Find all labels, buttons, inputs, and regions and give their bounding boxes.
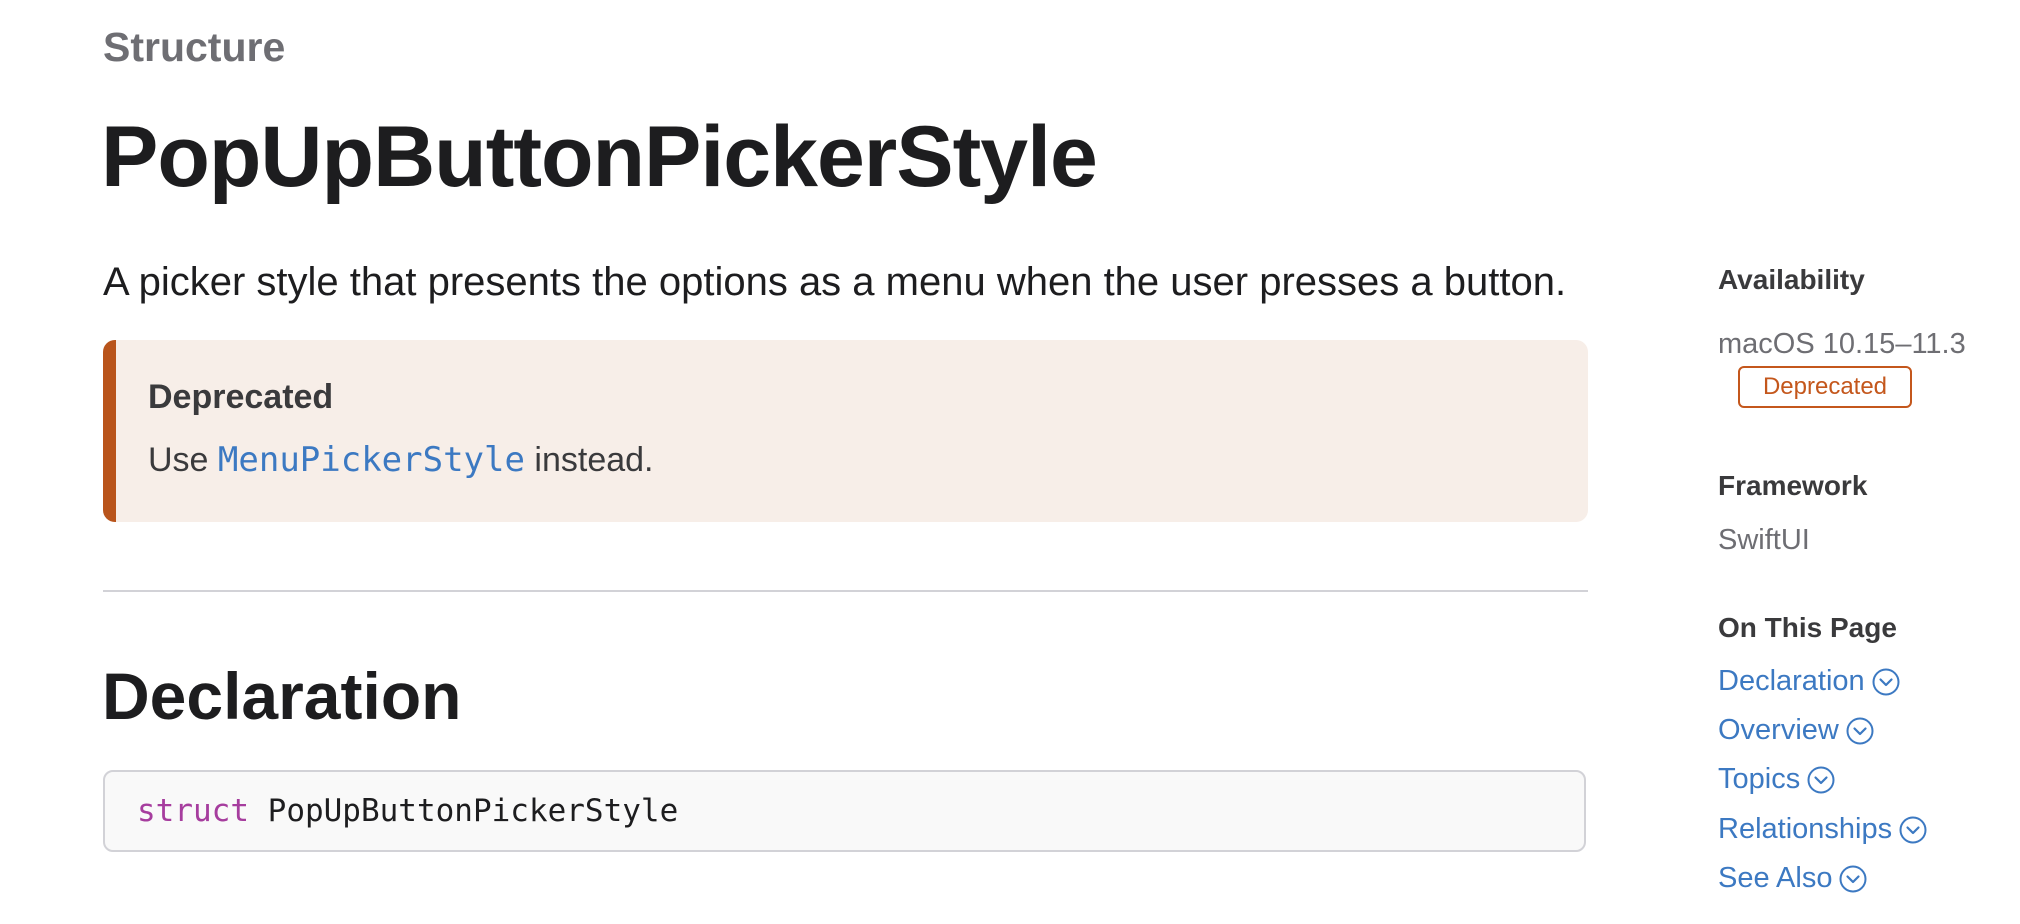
page-title: PopUpButtonPickerStyle: [101, 109, 1098, 205]
deprecation-notice: Deprecated Use MenuPickerStyle instead.: [103, 340, 1588, 522]
framework-heading: Framework: [1718, 470, 1868, 501]
on-this-page-heading: On This Page: [1718, 612, 1897, 643]
otp-link-relationships[interactable]: Relationships: [1718, 813, 1928, 846]
notice-body: Use MenuPickerStyle instead.: [148, 440, 654, 480]
otp-link-topics[interactable]: Topics: [1718, 763, 1836, 796]
framework-value: SwiftUI: [1718, 524, 1810, 556]
availability-platform: macOS 10.15–11.3: [1718, 328, 1966, 360]
otp-link-label: See Also: [1718, 862, 1833, 894]
code-identifier: PopUpButtonPickerStyle: [267, 793, 679, 829]
notice-prefix: Use: [148, 441, 218, 479]
notice-suffix: instead.: [524, 441, 654, 479]
otp-link-see-also[interactable]: See Also: [1718, 862, 1868, 895]
otp-link-label: Overview: [1718, 714, 1839, 746]
chevron-down-circle-icon: [1807, 766, 1835, 793]
chevron-down-circle-icon: [1839, 865, 1867, 892]
chevron-down-circle-icon: [1872, 668, 1900, 695]
otp-link-declaration[interactable]: Declaration: [1718, 665, 1901, 698]
code-keyword: struct: [137, 793, 249, 829]
page-abstract: A picker style that presents the options…: [103, 260, 1567, 304]
availability-heading: Availability: [1718, 264, 1865, 295]
menu-picker-style-link[interactable]: MenuPickerStyle: [218, 440, 525, 480]
chevron-down-circle-icon: [1846, 717, 1874, 744]
section-divider: [103, 590, 1588, 592]
notice-accent-bar: [103, 340, 116, 522]
chevron-down-circle-icon: [1899, 816, 1927, 843]
otp-link-label: Declaration: [1718, 665, 1865, 697]
notice-label: Deprecated: [148, 378, 334, 416]
declaration-heading: Declaration: [102, 659, 462, 733]
otp-link-label: Topics: [1718, 763, 1801, 795]
declaration-code-block: struct PopUpButtonPickerStyle: [103, 770, 1586, 852]
otp-link-label: Relationships: [1718, 813, 1893, 845]
eyebrow-label: Structure: [103, 24, 286, 70]
otp-link-overview[interactable]: Overview: [1718, 714, 1875, 747]
deprecated-badge: Deprecated: [1738, 366, 1912, 408]
